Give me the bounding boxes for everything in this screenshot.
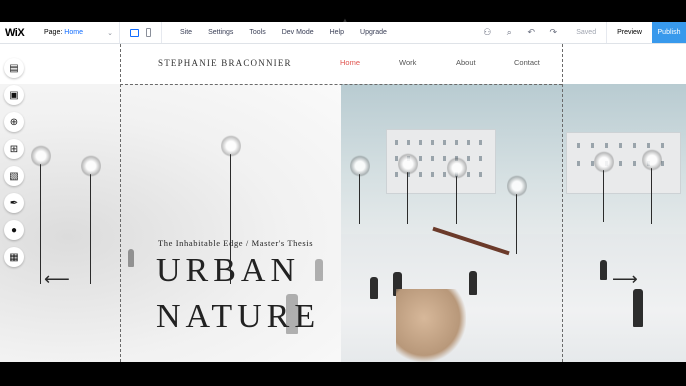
- skater: [469, 271, 477, 295]
- add-panel-rail: ▤ ▣ ⊕ ⊞ ▧ ✒ ● ▦: [4, 58, 26, 274]
- mobile-icon[interactable]: [146, 28, 151, 37]
- page-value: Home: [64, 29, 83, 36]
- pen-icon[interactable]: ✒: [4, 193, 24, 213]
- site-header[interactable]: STEPHANIE BRACONNIER Home Work About Con…: [0, 44, 686, 84]
- add-apps-icon[interactable]: ⊞: [4, 139, 24, 159]
- tree-shape: [398, 152, 418, 224]
- gridline-right: [562, 44, 563, 362]
- preview-button[interactable]: Preview: [606, 22, 652, 43]
- zoom-icon[interactable]: ⌕: [498, 27, 520, 38]
- device-switcher: [120, 22, 162, 43]
- background-icon[interactable]: ▣: [4, 85, 24, 105]
- header-gridline: [120, 84, 562, 85]
- tree-shape: [642, 148, 662, 224]
- skater: [370, 277, 378, 299]
- save-status: Saved: [576, 29, 597, 36]
- right-tools: ⚇ ⌕ ↶ ↷ Saved Preview Publish: [476, 22, 686, 43]
- menu-help[interactable]: Help: [322, 29, 352, 36]
- person-silhouette: [128, 249, 134, 267]
- page-label: Page:: [44, 29, 63, 36]
- collaborators-icon[interactable]: ⚇: [476, 27, 498, 38]
- menus-pages-icon[interactable]: ▤: [4, 58, 24, 78]
- menu-upgrade[interactable]: Upgrade: [352, 29, 395, 36]
- chevron-down-icon: ⌄: [107, 29, 113, 37]
- nav-about[interactable]: About: [456, 58, 476, 67]
- menu-site[interactable]: Site: [172, 29, 200, 36]
- nav-work[interactable]: Work: [399, 58, 416, 67]
- editor-canvas[interactable]: STEPHANIE BRACONNIER Home Work About Con…: [0, 44, 686, 362]
- app-market-icon[interactable]: ▦: [4, 247, 24, 267]
- elderly-couple: [396, 289, 466, 362]
- hero-slideshow[interactable]: The Inhabitable Edge / Master's Thesis U…: [0, 84, 686, 362]
- menu-dev-mode[interactable]: Dev Mode: [274, 29, 322, 36]
- publish-button[interactable]: Publish: [652, 22, 686, 43]
- hero-headline-line1[interactable]: URBAN: [156, 254, 300, 288]
- site-brand[interactable]: STEPHANIE BRACONNIER: [158, 58, 292, 68]
- skater: [600, 260, 607, 280]
- hero-headline-line2[interactable]: NATURE: [156, 300, 320, 334]
- tree-shape: [31, 144, 51, 284]
- hero-kicker[interactable]: The Inhabitable Edge / Master's Thesis: [158, 238, 313, 248]
- skater: [633, 289, 643, 327]
- add-icon[interactable]: ⊕: [4, 112, 24, 132]
- nav-home[interactable]: Home: [340, 58, 360, 67]
- menu-settings[interactable]: Settings: [200, 29, 241, 36]
- nav-contact[interactable]: Contact: [514, 58, 540, 67]
- tree-shape: [594, 150, 614, 222]
- editor-top-bar: WiX Page: Home ⌄ Site Settings Tools Dev…: [0, 22, 686, 44]
- page-selector[interactable]: Page: Home ⌄: [36, 22, 120, 43]
- media-icon[interactable]: ▧: [4, 166, 24, 186]
- building-shape: [566, 132, 681, 194]
- wix-logo[interactable]: WiX: [0, 27, 36, 39]
- desktop-icon[interactable]: [130, 28, 139, 37]
- undo-icon[interactable]: ↶: [520, 27, 542, 38]
- menu-tools[interactable]: Tools: [241, 29, 273, 36]
- tree-shape: [81, 154, 101, 284]
- person-silhouette: [315, 259, 323, 281]
- next-arrow-icon[interactable]: ⟶: [612, 270, 638, 288]
- winter-square-image: [341, 84, 686, 362]
- gridline-left: [120, 44, 121, 362]
- chat-icon[interactable]: ●: [4, 220, 24, 240]
- tree-shape: [447, 156, 467, 224]
- tree-shape: [507, 174, 527, 254]
- prev-arrow-icon[interactable]: ⟵: [44, 270, 70, 288]
- editor-menu: Site Settings Tools Dev Mode Help Upgrad…: [162, 22, 395, 43]
- tree-shape: [350, 154, 370, 224]
- redo-icon[interactable]: ↷: [542, 27, 564, 38]
